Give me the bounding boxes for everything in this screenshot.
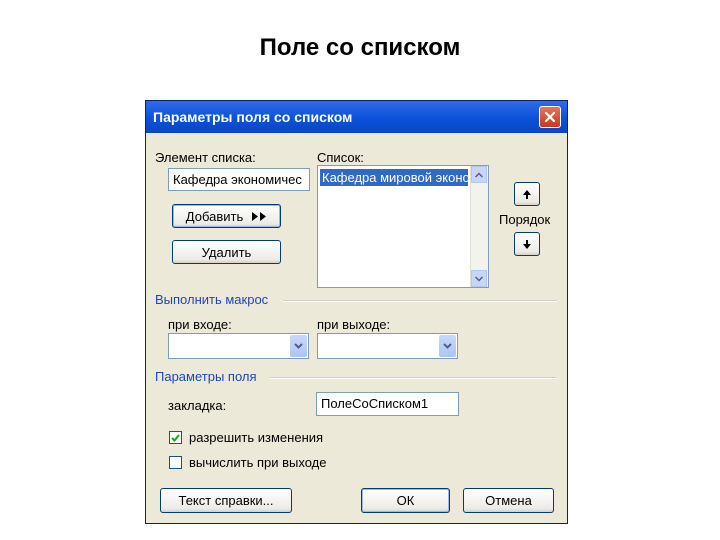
on-entry-select[interactable] (168, 333, 309, 359)
run-macro-group-label: Выполнить макрос (155, 292, 269, 307)
cancel-button[interactable]: Отмена (463, 488, 554, 513)
list-item[interactable]: Кафедра мировой экономики (320, 169, 468, 186)
checkmark-icon (171, 433, 180, 442)
arrow-up-icon (523, 189, 531, 199)
calc-on-exit-checkbox[interactable] (169, 456, 182, 469)
field-params-group-label: Параметры поля (155, 369, 257, 384)
on-exit-label: при выходе: (317, 317, 391, 332)
dialog-titlebar[interactable]: Параметры поля со списком (146, 101, 567, 133)
chevron-down-icon (475, 275, 483, 282)
ok-button-label: ОК (396, 493, 415, 508)
combo-box-properties-dialog: Параметры поля со списком Элемент списка… (145, 100, 568, 524)
remove-button[interactable]: Удалить (172, 240, 281, 264)
scroll-up-button[interactable] (471, 166, 487, 183)
remove-button-label: Удалить (201, 244, 252, 260)
bookmark-label: закладка: (168, 398, 227, 413)
chevron-up-icon (475, 171, 483, 178)
on-exit-select[interactable] (317, 333, 458, 359)
move-up-button[interactable] (514, 182, 540, 206)
bookmark-input[interactable]: ПолеСоСписком1 (316, 392, 459, 416)
add-button[interactable]: Добавить (172, 204, 281, 228)
list-scrollbar[interactable] (470, 166, 488, 287)
dropdown-button[interactable] (439, 335, 456, 357)
group-divider (283, 300, 557, 302)
scroll-down-button[interactable] (471, 270, 487, 287)
add-button-label: Добавить (185, 208, 244, 224)
double-arrow-right-icon (252, 211, 267, 221)
chevron-down-icon (294, 343, 303, 349)
allow-changes-checkbox[interactable] (169, 431, 182, 444)
element-input[interactable]: Кафедра экономичес (168, 168, 310, 191)
calc-on-exit-label[interactable]: вычислить при выходе (189, 455, 326, 470)
dialog-title: Параметры поля со списком (153, 109, 353, 125)
cancel-button-label: Отмена (485, 493, 532, 508)
dropdown-button[interactable] (290, 335, 307, 357)
allow-changes-label[interactable]: разрешить изменения (189, 430, 323, 445)
group-divider (270, 377, 557, 379)
arrow-down-icon (523, 239, 531, 249)
slide-title: Поле со списком (259, 34, 461, 61)
help-text-button[interactable]: Текст справки... (160, 488, 292, 513)
close-button[interactable] (539, 106, 561, 128)
chevron-down-icon (443, 343, 452, 349)
help-text-button-label: Текст справки... (178, 493, 274, 508)
element-label: Элемент списка: (155, 150, 256, 165)
list-label: Список: (317, 150, 364, 165)
on-entry-label: при входе: (168, 317, 232, 332)
move-down-button[interactable] (514, 232, 540, 256)
ok-button[interactable]: ОК (361, 488, 450, 513)
close-icon (544, 111, 556, 123)
list-box[interactable]: Кафедра мировой экономики (317, 165, 489, 288)
order-label: Порядок (499, 212, 551, 227)
